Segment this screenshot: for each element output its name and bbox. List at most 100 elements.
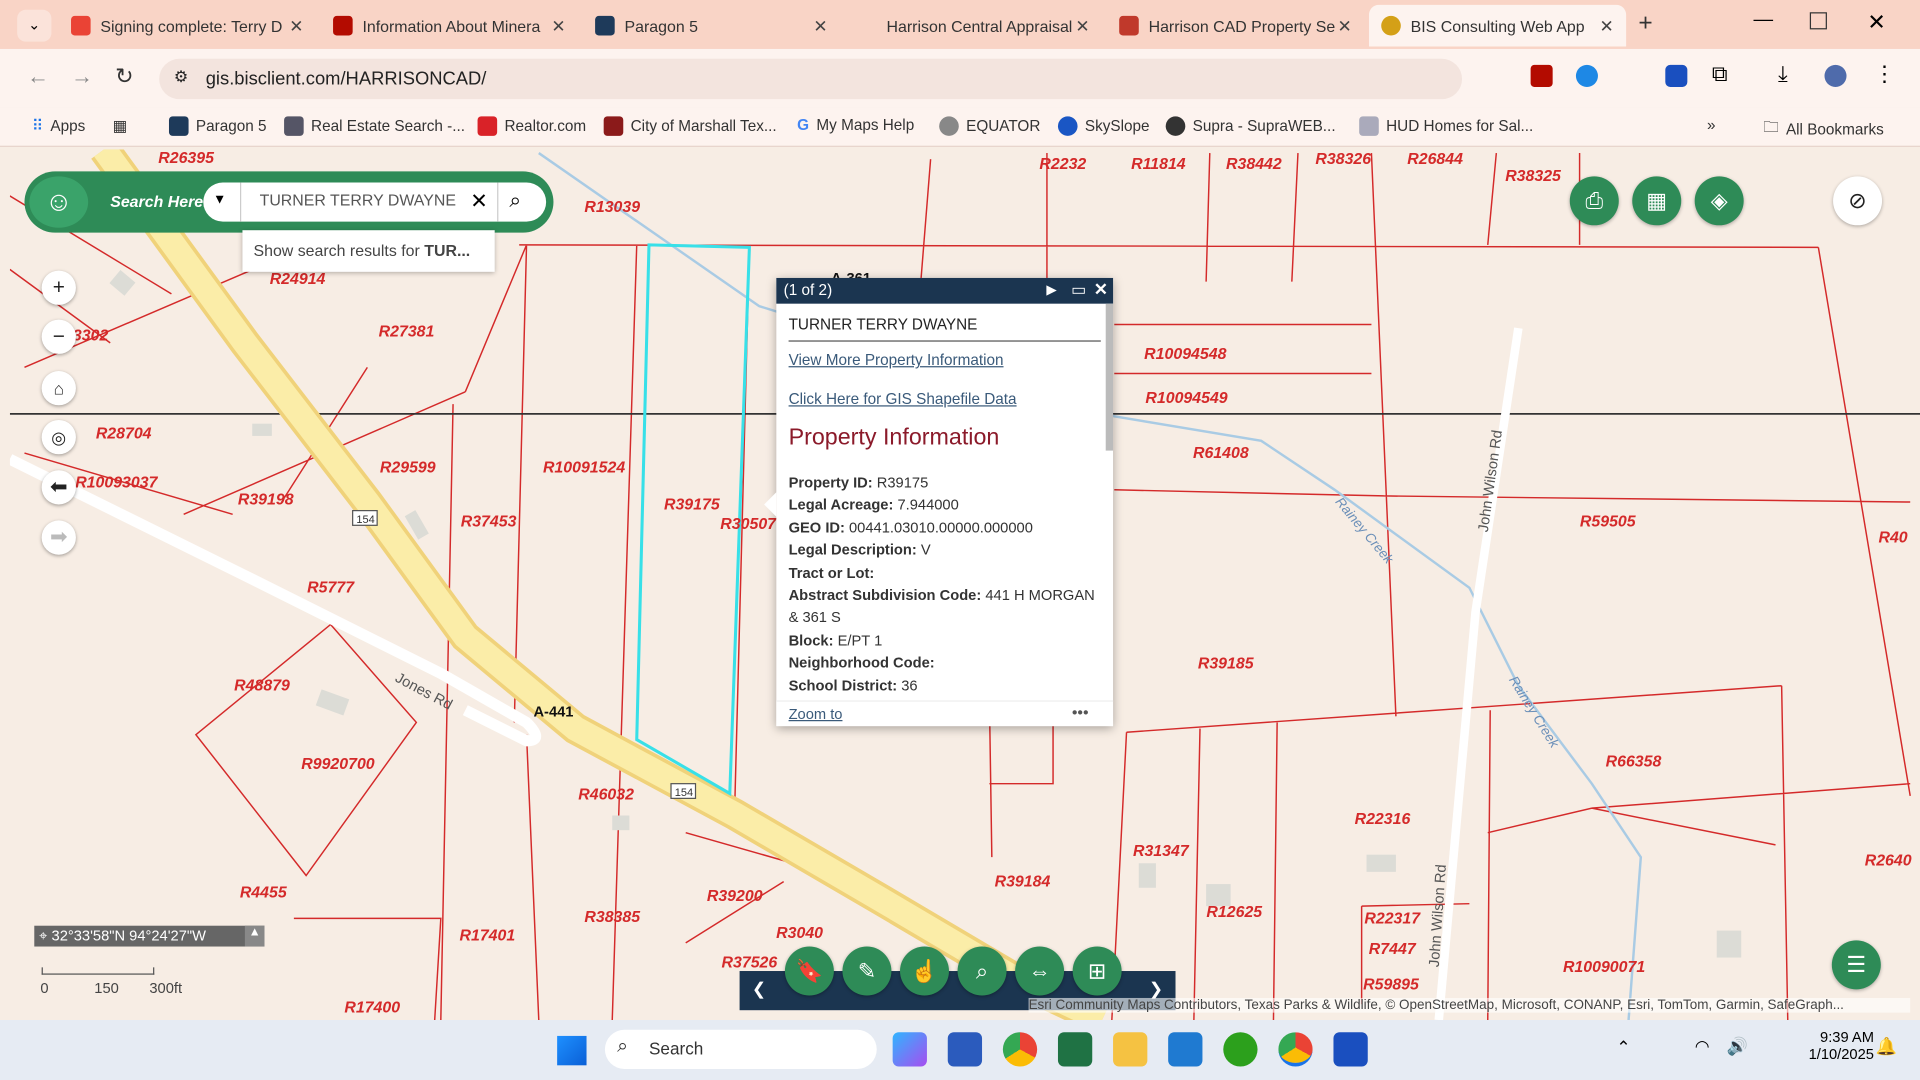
hide-visibility-button[interactable]: ⊘ [1833,176,1883,226]
tab-harrison-cad[interactable]: Harrison CAD Property Se ✕ [1107,5,1364,47]
bookmark-city-marshall[interactable]: City of Marshall Tex... [603,116,777,136]
print-button[interactable]: ⎙ [1569,176,1619,226]
bookmark-supra[interactable]: Supra - SupraWEB... [1165,116,1336,136]
chrome-icon[interactable] [1002,1032,1038,1067]
zoom-in-button[interactable]: + [41,270,76,305]
bookmark-equator[interactable]: EQUATOR [939,116,1040,136]
volume-icon[interactable]: 🔊 [1727,1036,1748,1057]
notification-bell-icon[interactable]: 🔔 [1876,1036,1897,1057]
close-popup-icon[interactable]: ✕ [1094,279,1108,300]
logo-icon[interactable]: ☺ [29,176,89,228]
clear-search-icon[interactable]: ✕ [470,190,487,214]
draw-tool-button[interactable]: ✎ [842,946,892,996]
windows-start-icon[interactable] [557,1035,587,1066]
bookmark-my-maps[interactable]: G My Maps Help [797,116,914,133]
extensions-puzzle-icon[interactable]: ⧉ [1712,61,1728,87]
basemap-gallery-button[interactable]: ▦ [1632,176,1682,226]
close-tab-icon[interactable]: ✕ [551,15,565,36]
wifi-icon[interactable]: ◠ [1695,1036,1710,1057]
minimize-button[interactable]: — [1753,10,1773,32]
locate-button[interactable]: ◎ [41,420,76,455]
taskbar-search[interactable]: ⌕ Search [604,1029,877,1069]
tab-pdf[interactable]: Information About Minera ✕ [321,5,578,47]
acrobat-extension-icon[interactable] [1530,64,1553,87]
legend-button[interactable]: ☰ [1831,940,1881,990]
popup-scrollbar[interactable] [1105,303,1114,451]
search-input[interactable]: TURNER TERRY DWAYNE [260,191,456,209]
forward-icon[interactable]: → [71,64,93,90]
bookmark-apps[interactable]: ⠿ Apps [32,116,85,135]
quickbooks-icon[interactable] [1223,1032,1258,1067]
parcel-label: R39175 [664,496,721,513]
previous-extent-button[interactable]: ⬅ [41,470,76,505]
menu-icon[interactable]: ⋮ [1873,61,1895,87]
bookmark-tool-button[interactable]: 🔖 [784,946,834,996]
search-suggestion[interactable]: Show search results for TUR... [242,230,495,272]
parcel-label: R38442 [1226,156,1282,173]
clock[interactable]: 9:39 AM 1/10/2025 [1809,1029,1874,1063]
search-icon[interactable]: ⌕ [509,189,521,213]
search-source-dropdown-icon[interactable]: ▼ [213,192,226,207]
bookmark-real-estate[interactable]: Real Estate Search -... [284,116,465,136]
tab-paragon[interactable]: Paragon 5 ✕ [583,5,840,47]
next-feature-icon[interactable]: ▶ [1046,282,1056,298]
query-tool-button[interactable]: ⌕ [957,946,1007,996]
bitwarden-icon[interactable] [1665,64,1688,87]
download-icon[interactable]: ⤓ [1778,61,1788,87]
reload-icon[interactable]: ↻ [115,64,133,90]
bookmark-realtor[interactable]: Realtor.com [477,116,586,136]
home-button[interactable]: ⌂ [41,371,76,406]
layers-button[interactable]: ◈ [1694,176,1744,226]
coordinate-readout: ⌖ 32°33'58"N 94°24'27"W ▲ [34,925,265,947]
tab-gmail[interactable]: Signing complete: Terry D ✕ [59,5,316,47]
word-icon[interactable] [947,1032,983,1067]
tab-title: Signing complete: Terry D [100,16,283,35]
store-icon[interactable] [1168,1032,1203,1067]
more-bookmarks-icon[interactable]: » [1707,116,1716,133]
file-explorer-icon[interactable] [1113,1032,1148,1067]
chrome-active-icon[interactable] [1278,1032,1313,1067]
close-tab-icon[interactable]: ✕ [1600,15,1614,36]
maximize-button[interactable] [1809,12,1827,30]
bookmark-skyslope[interactable]: SkySlope [1057,116,1150,136]
tab-search-button[interactable]: ⌄ [17,9,52,42]
close-tab-icon[interactable]: ✕ [1337,15,1351,36]
close-window-button[interactable]: ✕ [1867,10,1885,36]
extension-icon[interactable] [1575,64,1598,87]
zoom-to-link[interactable]: Zoom to [789,705,843,722]
measure-tool-button[interactable]: ⇔ [1015,946,1065,996]
bitwarden-icon[interactable] [1333,1032,1368,1067]
excel-icon[interactable] [1057,1032,1093,1067]
show-hidden-icons[interactable]: ⌃ [1616,1037,1630,1058]
address-bar[interactable]: ⚙ gis.bisclient.com/HARRISONCAD/ [159,58,1463,100]
all-bookmarks[interactable]: 🗀 All Bookmarks [1763,116,1883,142]
more-actions-button[interactable]: ••• [1072,703,1089,721]
bookmark-paragon[interactable]: Paragon 5 [168,116,267,136]
gis-shapefile-link[interactable]: Click Here for GIS Shapefile Data [789,391,1101,408]
scale-label: 150 [94,979,119,997]
close-tab-icon[interactable]: ✕ [1075,15,1089,36]
close-tab-icon[interactable]: ✕ [813,15,827,36]
close-tab-icon[interactable]: ✕ [289,15,303,36]
profile-avatar[interactable] [1824,64,1847,87]
select-tool-button[interactable]: ☝ [900,946,949,996]
tab-bis-active[interactable]: BIS Consulting Web App ✕ [1368,4,1627,47]
new-tab-button[interactable]: + [1638,10,1652,38]
search-page-icon [1119,15,1139,36]
maximize-popup-icon[interactable]: ▭ [1071,280,1086,300]
add-data-button[interactable]: ⊞ [1072,946,1122,996]
parcel-label: R17400 [344,1000,400,1017]
expand-coords-icon[interactable]: ▲ [244,925,265,947]
zoom-out-button[interactable]: − [41,319,76,354]
toolbar-prev-icon[interactable]: ❮ [752,978,766,999]
back-icon[interactable]: ← [27,64,49,90]
view-more-property-link[interactable]: View More Property Information [789,351,1101,368]
tab-harrison-central[interactable]: Harrison Central Appraisal ✕ [845,5,1102,47]
site-info-icon[interactable]: ⚙ [174,67,188,87]
search-icon: ⌕ [617,1035,629,1057]
bookmark-hud[interactable]: HUD Homes for Sal... [1359,116,1533,136]
toolbar-next-icon[interactable]: ❯ [1149,978,1163,999]
next-extent-button[interactable]: ➡ [41,520,76,555]
copilot-icon[interactable] [892,1032,927,1067]
tab-groups-icon[interactable]: ▦ [113,116,127,135]
